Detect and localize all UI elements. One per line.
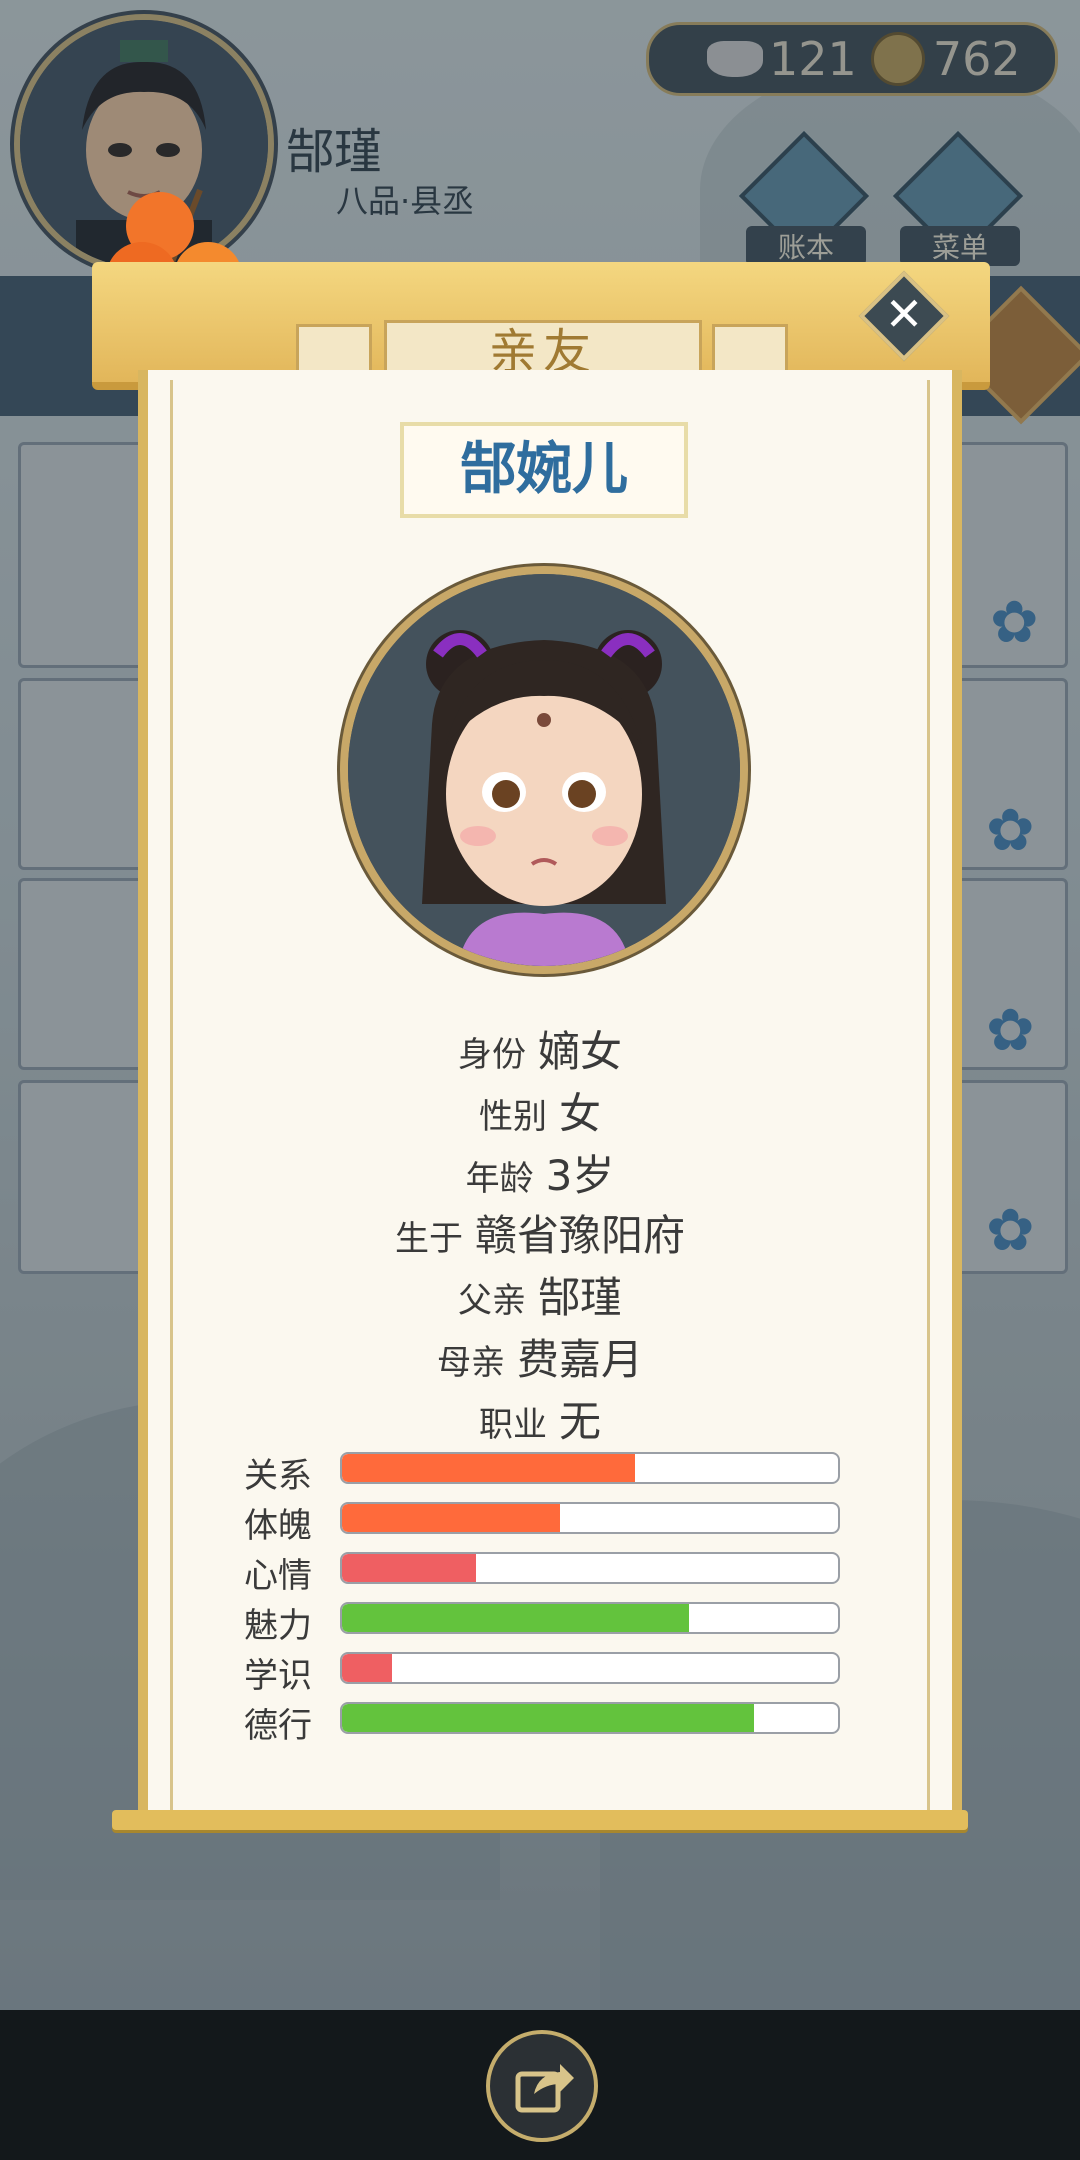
info-row: 职业无 bbox=[138, 1388, 942, 1449]
stat-row: 心情 bbox=[244, 1552, 840, 1596]
person-name: 郜婉儿 bbox=[400, 422, 688, 518]
stat-fill bbox=[342, 1504, 561, 1532]
stat-label: 体魄 bbox=[244, 1506, 312, 1546]
info-value: 无 bbox=[558, 1397, 601, 1446]
info-row: 父亲 郜瑾 bbox=[138, 1264, 942, 1325]
stat-label: 学识 bbox=[244, 1656, 312, 1696]
stat-label: 德行 bbox=[244, 1706, 312, 1746]
stat-row: 魅力 bbox=[244, 1602, 840, 1646]
info-value: 3岁 bbox=[545, 1151, 615, 1200]
stat-label: 魅力 bbox=[244, 1606, 312, 1646]
stat-label: 关系 bbox=[244, 1456, 312, 1496]
close-icon: ✕ bbox=[884, 287, 924, 341]
info-value: 女 bbox=[558, 1089, 601, 1138]
info-row: 年龄 3岁 bbox=[138, 1142, 942, 1203]
info-value: 赣省豫阳府 bbox=[474, 1211, 685, 1260]
info-key: 年龄 bbox=[465, 1159, 534, 1199]
info-row: 性别女 bbox=[138, 1080, 942, 1141]
tab-ornament bbox=[712, 324, 788, 376]
stat-fill bbox=[342, 1454, 635, 1482]
info-key: 职业 bbox=[478, 1405, 547, 1445]
stat-fill bbox=[342, 1604, 690, 1632]
share-button[interactable] bbox=[486, 2030, 598, 2142]
stat-fill bbox=[342, 1554, 476, 1582]
info-key: 身份 bbox=[457, 1035, 526, 1075]
stat-bar bbox=[340, 1502, 840, 1534]
info-row: 身份 嫡女 bbox=[138, 1018, 942, 1079]
info-key: 生于 bbox=[394, 1219, 463, 1259]
stat-row: 体魄 bbox=[244, 1502, 840, 1546]
info-key: 父亲 bbox=[457, 1281, 526, 1321]
info-value: 费嘉月 bbox=[516, 1335, 643, 1384]
stat-bar bbox=[340, 1552, 840, 1584]
info-key: 母亲 bbox=[436, 1343, 505, 1383]
stat-bar bbox=[340, 1702, 840, 1734]
info-row: 生于 赣省豫阳府 bbox=[138, 1202, 942, 1263]
stat-bar bbox=[340, 1452, 840, 1484]
info-value: 嫡女 bbox=[537, 1027, 622, 1076]
person-portrait bbox=[340, 566, 748, 974]
stat-fill bbox=[342, 1654, 392, 1682]
info-key: 性别 bbox=[478, 1097, 547, 1137]
info-row: 母亲 费嘉月 bbox=[138, 1326, 942, 1387]
stat-row: 学识 bbox=[244, 1652, 840, 1696]
stat-label: 心情 bbox=[244, 1556, 312, 1596]
stat-bar bbox=[340, 1652, 840, 1684]
stat-row: 德行 bbox=[244, 1702, 840, 1746]
stat-fill bbox=[342, 1704, 754, 1732]
info-value: 郜瑾 bbox=[537, 1273, 622, 1322]
stat-bar bbox=[340, 1602, 840, 1634]
scroll-rod bbox=[112, 1810, 968, 1830]
share-icon bbox=[515, 2064, 574, 2113]
stat-row: 关系 bbox=[244, 1452, 840, 1496]
tab-ornament bbox=[296, 324, 372, 376]
